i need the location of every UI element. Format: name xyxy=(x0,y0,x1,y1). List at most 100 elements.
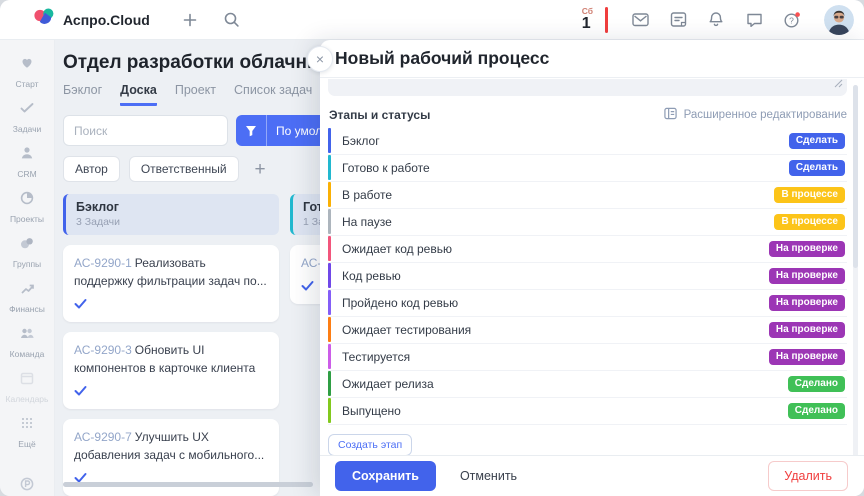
sidebar-item-groups[interactable]: Группы xyxy=(0,230,54,275)
sidebar-label: Ещё xyxy=(18,439,35,449)
modal-vertical-scrollbar[interactable] xyxy=(853,85,858,482)
stage-color-bar xyxy=(328,182,331,207)
stage-row[interactable]: Ожидает релизаСделано xyxy=(328,371,847,398)
stage-row[interactable]: На паузеВ процессе xyxy=(328,209,847,236)
mail-icon[interactable] xyxy=(628,8,652,32)
close-icon[interactable]: × xyxy=(307,46,333,72)
advanced-edit-link[interactable]: Расширенное редактирование xyxy=(664,107,847,123)
stage-status-badge[interactable]: На проверке xyxy=(769,349,845,365)
sidebar-item-finance[interactable]: Финансы xyxy=(0,275,54,320)
stage-name: На паузе xyxy=(342,215,774,229)
bell-icon[interactable] xyxy=(704,8,728,32)
brand-logo-icon xyxy=(33,6,55,33)
delete-button[interactable]: Удалить xyxy=(768,461,848,491)
app-window: Аспро.Cloud Сб 1 xyxy=(0,0,864,496)
description-textarea[interactable] xyxy=(328,79,847,96)
stage-status-badge[interactable]: Сделано xyxy=(788,403,845,419)
stage-color-bar xyxy=(328,344,331,369)
check-icon xyxy=(19,100,35,121)
people-icon xyxy=(19,325,35,346)
stage-row[interactable]: Готово к работеСделать xyxy=(328,155,847,182)
tab-project[interactable]: Проект xyxy=(175,83,216,106)
sidebar-item-crm[interactable]: CRM xyxy=(0,140,54,185)
chip-assignee[interactable]: Ответственный xyxy=(129,156,239,182)
notes-icon[interactable] xyxy=(666,8,690,32)
stage-row[interactable]: В работеВ процессе xyxy=(328,182,847,209)
stage-status-badge[interactable]: На проверке xyxy=(769,295,845,311)
sidebar-item-projects[interactable]: Проекты xyxy=(0,185,54,230)
sidebar-app-logo[interactable] xyxy=(0,469,54,496)
stage-name: Тестируется xyxy=(342,350,769,364)
modal-header: Новый рабочий процесс xyxy=(320,40,864,78)
help-icon[interactable]: ? xyxy=(780,8,804,32)
tab-task-list[interactable]: Список задач xyxy=(234,83,312,106)
stage-row[interactable]: БэклогСделать xyxy=(328,128,847,155)
stage-color-bar xyxy=(328,371,331,396)
stage-row[interactable]: Код ревьюНа проверке xyxy=(328,263,847,290)
stage-status-badge[interactable]: В процессе xyxy=(774,214,845,230)
check-icon xyxy=(74,296,268,314)
add-filter-plus-icon[interactable]: + xyxy=(255,160,266,179)
person-icon xyxy=(19,145,35,166)
day-number: 1 xyxy=(582,16,591,32)
board-search-input[interactable] xyxy=(63,115,228,146)
layout-list-icon xyxy=(664,107,677,123)
task-card[interactable]: АС-9290-3Обновить UI компонентов в карто… xyxy=(63,332,279,409)
chip-author[interactable]: Автор xyxy=(63,156,120,182)
resize-handle-icon[interactable] xyxy=(834,78,843,93)
search-icon[interactable] xyxy=(220,8,244,32)
stage-name: Бэклог xyxy=(342,134,789,148)
sidebar-label: CRM xyxy=(17,169,36,179)
circles-icon xyxy=(19,235,35,256)
stage-color-bar xyxy=(328,317,331,342)
sidebar-item-calendar[interactable]: Календарь xyxy=(0,365,54,410)
tab-board[interactable]: Доска xyxy=(120,83,157,106)
stage-status-badge[interactable]: В процессе xyxy=(774,187,845,203)
stage-status-badge[interactable]: Сделано xyxy=(788,376,845,392)
sidebar-item-team[interactable]: Команда xyxy=(0,320,54,365)
svg-text:?: ? xyxy=(789,15,794,25)
heart-icon xyxy=(19,55,35,76)
brand[interactable]: Аспро.Cloud xyxy=(33,6,150,33)
stage-status-badge[interactable]: На проверке xyxy=(769,268,845,284)
sidebar-label: Старт xyxy=(15,79,38,89)
sidebar-item-start[interactable]: Старт xyxy=(0,50,54,95)
stage-color-bar xyxy=(328,236,331,261)
create-stage-button[interactable]: Создать этап xyxy=(328,434,412,455)
stage-status-badge[interactable]: На проверке xyxy=(769,241,845,257)
stage-status-badge[interactable]: Сделать xyxy=(789,133,845,149)
trend-up-icon xyxy=(19,280,35,301)
weekday-label: Сб xyxy=(582,7,593,16)
stage-row[interactable]: Ожидает код ревьюНа проверке xyxy=(328,236,847,263)
board-horizontal-scrollbar[interactable] xyxy=(63,482,313,487)
stage-row[interactable]: Пройдено код ревьюНа проверке xyxy=(328,290,847,317)
task-card[interactable]: АС-9290-1Реализовать поддержку фильтраци… xyxy=(63,245,279,322)
stage-name: Ожидает код ревью xyxy=(342,242,769,256)
user-avatar[interactable] xyxy=(824,5,854,35)
workflow-modal: × Новый рабочий процесс Этапы и статусы … xyxy=(320,40,864,496)
column-name: Бэклог xyxy=(76,200,269,214)
sidebar-label: Группы xyxy=(13,259,41,269)
stage-status-badge[interactable]: Сделать xyxy=(789,160,845,176)
stage-row[interactable]: ВыпущеноСделано xyxy=(328,398,847,425)
stage-color-bar xyxy=(328,209,331,234)
sidebar-item-more[interactable]: Ещё xyxy=(0,410,54,455)
stage-status-badge[interactable]: На проверке xyxy=(769,322,845,338)
tab-backlog[interactable]: Бэклог xyxy=(63,83,102,106)
scrollbar-thumb[interactable] xyxy=(853,85,858,268)
cancel-button[interactable]: Отменить xyxy=(460,469,517,483)
sidebar-item-tasks[interactable]: Задачи xyxy=(0,95,54,140)
funnel-icon xyxy=(236,125,266,137)
create-plus-icon[interactable] xyxy=(178,8,202,32)
sidebar-label: Команда xyxy=(10,349,45,359)
column-header[interactable]: Бэклог 3 Задачи xyxy=(63,194,279,235)
red-divider xyxy=(605,7,608,33)
stage-row[interactable]: ТестируетсяНа проверке xyxy=(328,344,847,371)
stage-color-bar xyxy=(328,398,331,423)
save-button[interactable]: Сохранить xyxy=(335,461,436,491)
stage-name: Ожидает тестирования xyxy=(342,323,769,337)
chat-icon[interactable] xyxy=(742,8,766,32)
modal-footer: Сохранить Отменить Удалить xyxy=(320,455,864,496)
stage-row[interactable]: Ожидает тестированияНа проверке xyxy=(328,317,847,344)
calendar-date[interactable]: Сб 1 xyxy=(582,7,593,33)
